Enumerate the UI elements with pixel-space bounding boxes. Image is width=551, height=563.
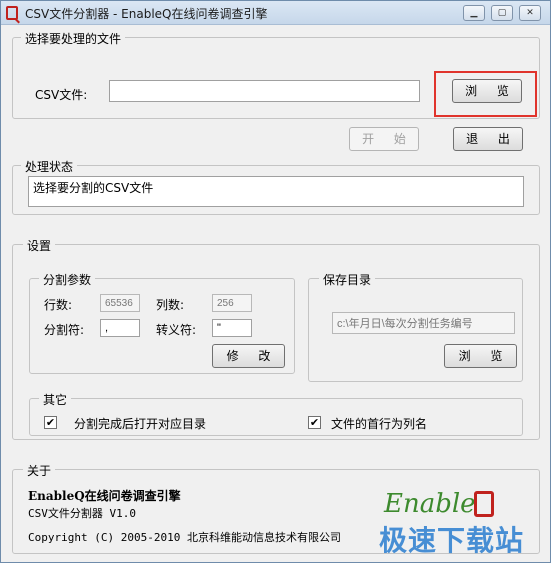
file-select-legend: 选择要处理的文件 <box>21 30 126 47</box>
settings-legend: 设置 <box>23 237 56 254</box>
app-logo-icon <box>6 6 18 20</box>
about-legend: 关于 <box>23 462 56 479</box>
browse-file-button[interactable]: 浏 览 <box>452 79 522 103</box>
close-button[interactable]: ✕ <box>519 5 541 21</box>
enableq-logo-icon <box>474 491 494 517</box>
csv-file-label: CSV文件: <box>35 88 88 102</box>
cols-input[interactable] <box>212 294 252 312</box>
exit-button[interactable]: 退 出 <box>453 127 523 151</box>
escape-input[interactable] <box>212 319 252 337</box>
header-row-checkbox[interactable]: ✔ <box>308 416 321 429</box>
minimize-icon: ▁ <box>470 8 478 18</box>
escape-label: 转义符: <box>156 323 197 337</box>
enableq-logo-text: Enable <box>384 489 476 519</box>
status-text-box: 选择要分割的CSV文件 <box>28 176 524 207</box>
separator-label: 分割符: <box>44 323 85 337</box>
close-icon: ✕ <box>526 8 534 18</box>
status-legend: 处理状态 <box>21 158 78 175</box>
split-params-legend: 分割参数 <box>39 271 96 288</box>
rows-label: 行数: <box>44 298 73 312</box>
open-dir-checkbox[interactable]: ✔ <box>44 416 57 429</box>
start-button[interactable]: 开 始 <box>349 127 419 151</box>
other-legend: 其它 <box>39 391 72 408</box>
maximize-button[interactable]: ▢ <box>491 5 513 21</box>
app-window: CSV文件分割器 - EnableQ在线问卷调查引擎 ▁ ▢ ✕ 选择要处理的文… <box>0 0 551 563</box>
header-row-label[interactable]: 文件的首行为列名 <box>331 415 427 432</box>
about-product-name: EnableQ在线问卷调查引擎 <box>28 489 181 503</box>
watermark-text: 极速下载站 <box>379 524 525 557</box>
open-dir-label[interactable]: 分割完成后打开对应目录 <box>74 415 206 432</box>
cols-label: 列数: <box>156 298 185 312</box>
minimize-button[interactable]: ▁ <box>463 5 485 21</box>
rows-input[interactable] <box>100 294 140 312</box>
browse-dir-button[interactable]: 浏 览 <box>444 344 517 368</box>
csv-file-input[interactable] <box>109 80 420 102</box>
separator-input[interactable] <box>100 319 140 337</box>
title-bar[interactable]: CSV文件分割器 - EnableQ在线问卷调查引擎 ▁ ▢ ✕ <box>1 1 550 25</box>
maximize-icon: ▢ <box>497 8 507 18</box>
about-copyright: Copyright (C) 2005-2010 北京科维能动信息技术有限公司 <box>28 531 341 544</box>
save-dir-input[interactable] <box>332 312 515 334</box>
about-version: CSV文件分割器 V1.0 <box>28 507 136 520</box>
modify-button[interactable]: 修 改 <box>212 344 285 368</box>
status-text: 选择要分割的CSV文件 <box>33 181 154 195</box>
save-dir-legend: 保存目录 <box>319 271 376 288</box>
window-title: CSV文件分割器 - EnableQ在线问卷调查引擎 <box>25 7 268 21</box>
